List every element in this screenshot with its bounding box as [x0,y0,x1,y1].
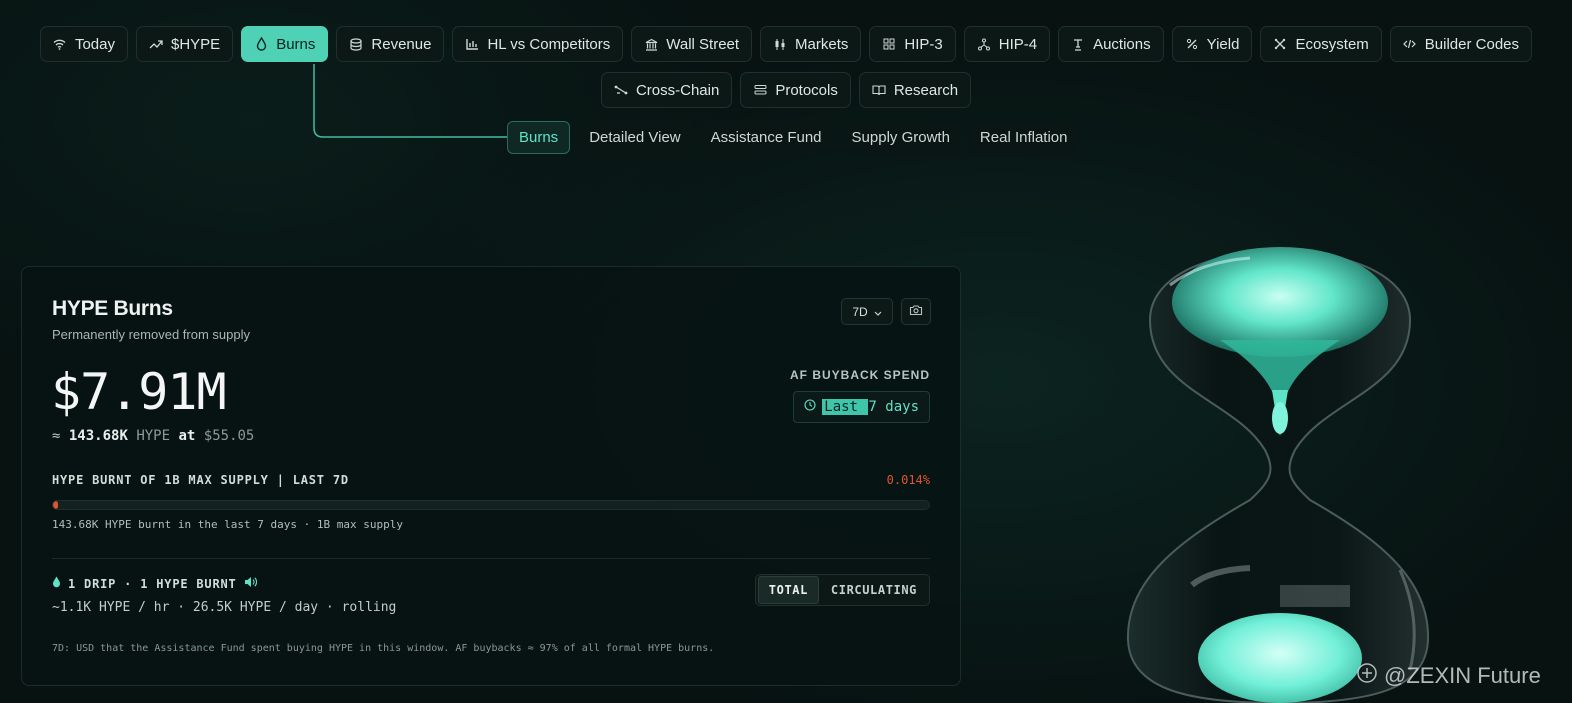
subtab-real-inflation[interactable]: Real Inflation [968,121,1079,154]
nav-label: Yield [1206,35,1240,53]
nav-label: Markets [795,35,849,53]
bar-chart-icon [465,37,479,51]
supply-label: HYPE BURNT OF 1B MAX SUPPLY | LAST 7D [52,473,349,487]
network-icon [1273,37,1287,51]
nav-yield[interactable]: Yield [1171,26,1253,62]
subtab-detailed-view[interactable]: Detailed View [578,121,692,154]
nav-markets[interactable]: Markets [760,26,862,62]
subtab-burns[interactable]: Burns [507,121,571,154]
burns-card: HYPE Burns Permanently removed from supp… [21,266,961,686]
book-icon [872,83,886,97]
nav-label: HL vs Competitors [487,35,611,53]
watermark-logo-icon [1356,662,1378,690]
nav-burns[interactable]: Burns [241,26,329,62]
range-value: 7D [852,304,868,319]
burn-value: $7.91M [51,363,227,421]
supply-progress-fill [53,501,59,509]
nav-auctions[interactable]: Auctions [1058,26,1164,62]
approx-token: HYPE [136,428,171,444]
nav-label: Ecosystem [1295,35,1369,53]
card-subtitle: Permanently removed from supply [52,327,250,342]
chevron-down-icon [874,305,882,319]
primary-nav: Today $HYPE Burns Revenue HL vs Competit… [0,26,1572,62]
drop-icon [254,37,268,51]
divider [52,558,930,559]
toggle-total[interactable]: TOTAL [757,576,819,604]
subtab-supply-growth[interactable]: Supply Growth [840,121,961,154]
drop-icon [52,576,61,591]
nav-hype[interactable]: $HYPE [136,26,234,62]
footnote: 7D: USD that the Assistance Fund spent b… [52,643,715,654]
nav-label: Burns [276,35,316,53]
bridge-icon [614,83,628,97]
subtab-assistance-fund[interactable]: Assistance Fund [699,121,833,154]
nav-ecosystem[interactable]: Ecosystem [1260,26,1382,62]
nav-wall-street[interactable]: Wall Street [631,26,753,62]
nav-label: Revenue [371,35,432,53]
database-icon [349,37,363,51]
trend-up-icon [149,37,163,51]
af-period-rest: 7 days [868,399,919,415]
supply-toggle: TOTAL CIRCULATING [754,574,930,606]
approx-amount: 143.68K [68,428,128,444]
gavel-icon [1071,37,1085,51]
nav-label: Cross-Chain [635,81,720,99]
code-icon [1403,37,1417,51]
nav-label: Protocols [775,81,838,99]
nav-label: Research [893,81,959,99]
approx-at: at [178,428,196,444]
watermark-text: @ZEXIN Future [1384,663,1541,688]
nav-hip4[interactable]: HIP-4 [963,26,1051,62]
nav-protocols[interactable]: Protocols [740,72,851,108]
candles-icon [773,37,787,51]
toggle-circulating[interactable]: CIRCULATING [821,577,927,603]
nav-research[interactable]: Research [858,72,972,108]
nav-label: HIP-4 [998,35,1038,53]
burn-rate: ~1.1K HYPE / hr · 26.5K HYPE / day · rol… [52,600,397,615]
nav-label: Today [74,35,115,53]
af-period-highlight: Last [822,399,869,415]
nav-today[interactable]: Today [39,26,128,62]
drip-label: 1 DRIP · 1 HYPE BURNT [68,576,237,591]
supply-note: 143.68K HYPE burnt in the last 7 days · … [52,518,403,531]
af-period[interactable]: Last 7 days [793,391,930,423]
nav-label: Builder Codes [1424,35,1520,53]
nav-label: Auctions [1093,35,1151,53]
drip-label-row: 1 DRIP · 1 HYPE BURNT [52,576,258,591]
nav-hip3[interactable]: HIP-3 [869,26,956,62]
range-select[interactable]: 7D [841,298,893,325]
supply-progress-bar [52,500,930,510]
sound-icon[interactable] [244,576,258,591]
subtabs: Burns Detailed View Assistance Fund Supp… [507,121,1079,154]
approx-price: $55.05 [203,428,255,444]
camera-icon [909,303,923,321]
fork-icon [977,37,991,51]
nav-cross-chain[interactable]: Cross-Chain [600,72,733,108]
nav-builder-codes[interactable]: Builder Codes [1389,26,1533,62]
screenshot-button[interactable] [901,298,931,325]
secondary-nav: Cross-Chain Protocols Research [0,72,1572,108]
layers-icon [753,83,767,97]
bank-icon [644,37,658,51]
approx-prefix: ≈ [52,428,61,444]
nav-hl-vs-competitors[interactable]: HL vs Competitors [452,26,624,62]
supply-percent: 0.014% [886,473,930,487]
wifi-icon [53,37,67,51]
af-buyback-label: AF BUYBACK SPEND [789,368,930,382]
nav-label: Wall Street [666,35,740,53]
percent-icon [1185,37,1199,51]
burn-approx: ≈ 143.68K HYPE at $55.05 [52,428,254,444]
clock-icon [804,399,816,415]
card-title: HYPE Burns [52,297,173,320]
grid-icon [882,37,896,51]
nav-label: HIP-3 [904,35,943,53]
watermark: @ZEXIN Future [1356,662,1541,690]
hourglass-illustration [1126,247,1430,703]
nav-label: $HYPE [171,35,221,53]
nav-revenue[interactable]: Revenue [336,26,445,62]
